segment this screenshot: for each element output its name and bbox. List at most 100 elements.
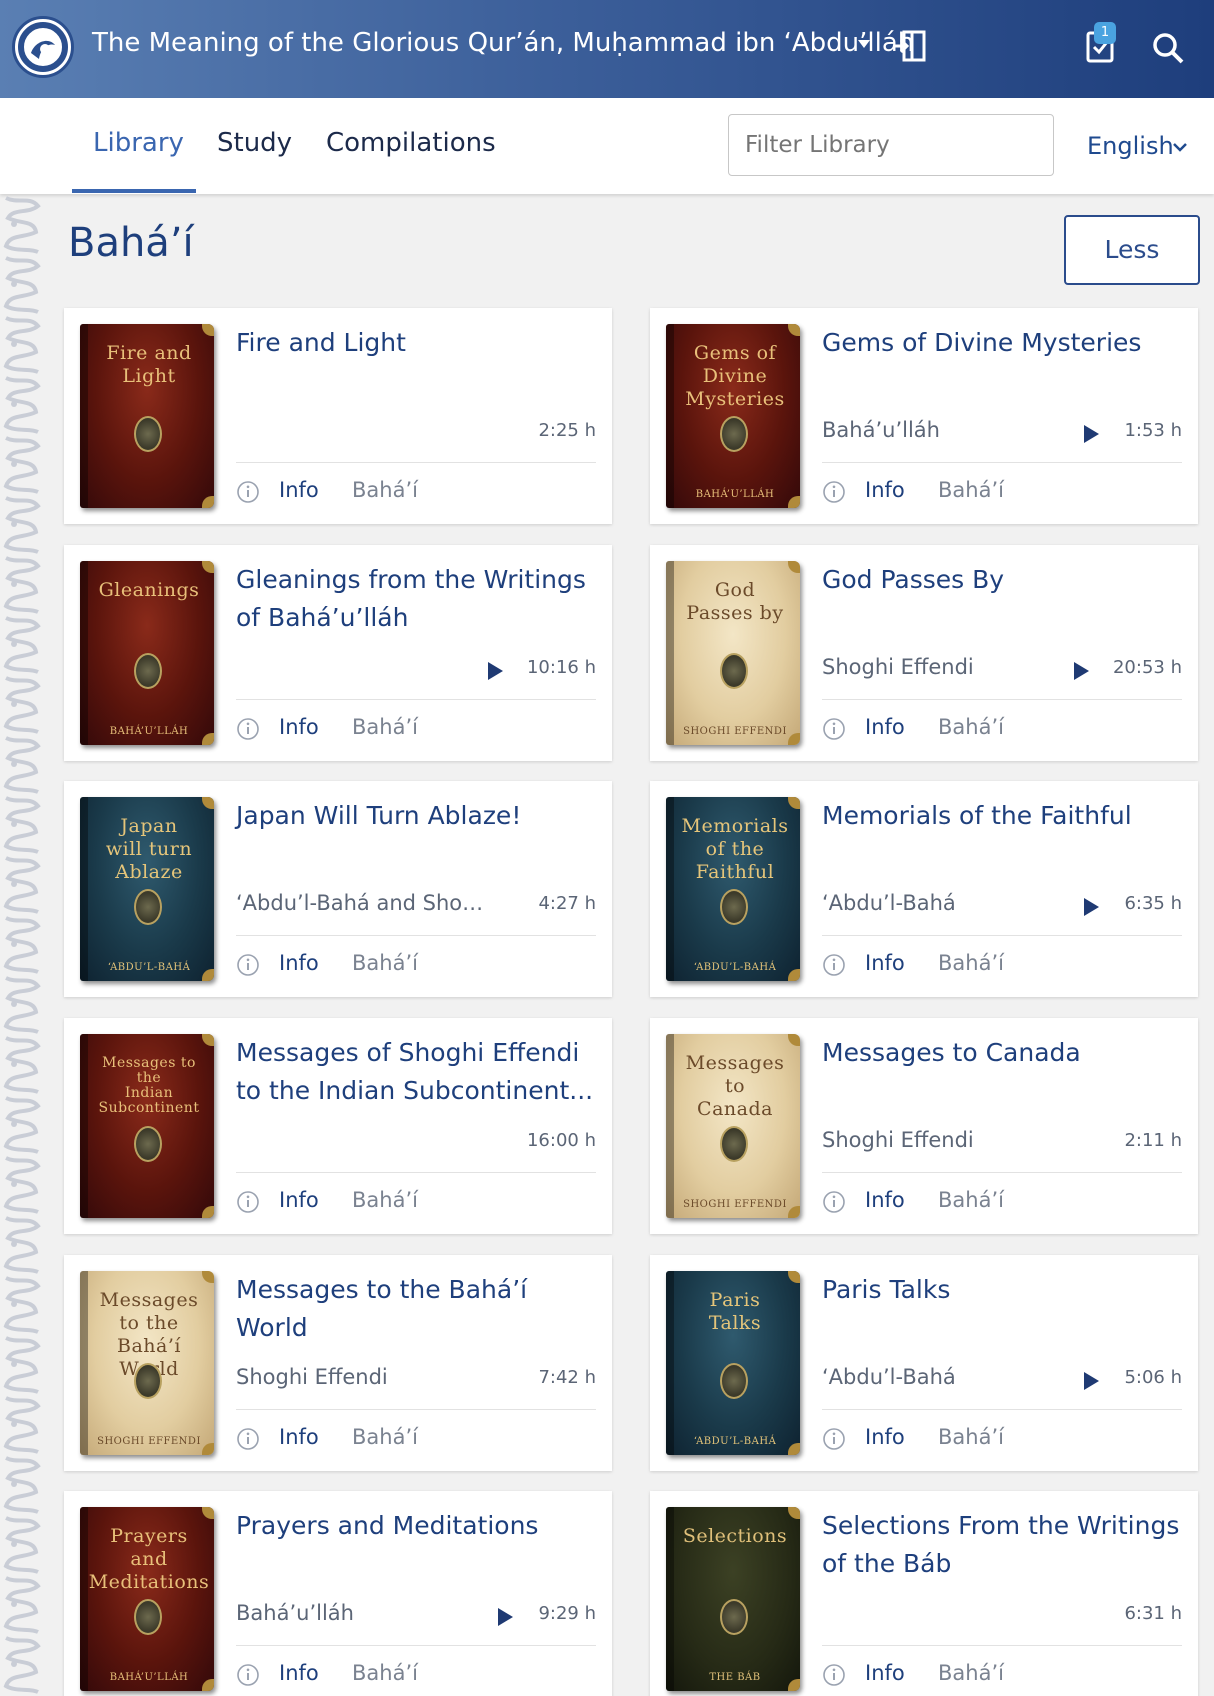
cover-title-line: to xyxy=(724,1075,746,1097)
info-icon[interactable] xyxy=(236,1427,260,1451)
book-author: Shoghi Effendi xyxy=(236,1365,388,1389)
book-cover[interactable]: Selections THE BÁB xyxy=(666,1507,800,1691)
book-cover[interactable]: Fire and Light xyxy=(80,324,214,508)
info-link[interactable]: Info xyxy=(865,1188,905,1212)
chevron-down-icon[interactable] xyxy=(1172,141,1188,153)
info-link[interactable]: Info xyxy=(279,1188,319,1212)
info-link[interactable]: Info xyxy=(865,1425,905,1449)
play-icon[interactable] xyxy=(1074,662,1089,680)
info-link[interactable]: Info xyxy=(279,951,319,975)
cover-corner xyxy=(788,1507,800,1519)
book-card[interactable]: Japan will turn Ablaze ‘ABDU’L-BAHÁ Japan Wi… xyxy=(64,781,612,997)
book-cover[interactable]: Gleanings BAHÁ’U’LLÁH xyxy=(80,561,214,745)
book-duration: 5:06 h xyxy=(1124,1367,1182,1388)
cover-title: Memorials of the Faithful xyxy=(674,815,796,884)
cover-spine xyxy=(80,1034,88,1218)
app-logo-icon[interactable] xyxy=(12,16,74,78)
info-icon[interactable] xyxy=(822,480,846,504)
cover-spine xyxy=(666,797,674,981)
book-title[interactable]: Messages of Shoghi Effendi to the Indian… xyxy=(236,1034,596,1110)
book-card[interactable]: Messages to Canada SHOGHI EFFENDI Messages t… xyxy=(650,1018,1198,1234)
book-card[interactable]: Fire and Light Fire and Light 2:25 h Info Bah… xyxy=(64,308,612,524)
filter-library-input[interactable] xyxy=(728,114,1054,176)
play-icon[interactable] xyxy=(498,1608,513,1626)
book-card[interactable]: Memorials of the Faithful ‘ABDU’L-BAHÁ Memor… xyxy=(650,781,1198,997)
cover-spine xyxy=(80,797,88,981)
tab-compilations[interactable]: Compilations xyxy=(326,128,496,158)
cover-emblem-icon xyxy=(720,653,748,689)
cover-title-line: Light xyxy=(122,365,176,387)
info-icon[interactable] xyxy=(822,953,846,977)
title-dropdown-caret-icon[interactable] xyxy=(858,40,870,48)
book-cover[interactable]: Paris Talks ‘ABDU’L-BAHÁ xyxy=(666,1271,800,1455)
info-link[interactable]: Info xyxy=(865,1661,905,1685)
book-category: Bahá’í xyxy=(938,478,1004,502)
tab-library[interactable]: Library xyxy=(93,128,184,158)
info-icon[interactable] xyxy=(236,1663,260,1687)
info-link[interactable]: Info xyxy=(865,478,905,502)
play-icon[interactable] xyxy=(1084,425,1099,443)
book-card[interactable]: Gems of Divine Mysteries BAHÁ’U’LLÁH Gems of… xyxy=(650,308,1198,524)
book-cover[interactable]: Messagesto theBahá’í WorldSHOGHI EFFENDI xyxy=(80,1271,214,1455)
info-link[interactable]: Info xyxy=(865,715,905,739)
book-title[interactable]: Gleanings from the Writings of Bahá’u’ll… xyxy=(236,561,596,637)
info-icon[interactable] xyxy=(822,1663,846,1687)
info-icon[interactable] xyxy=(236,953,260,977)
play-icon[interactable] xyxy=(1084,898,1099,916)
book-author: Bahá’u’lláh xyxy=(822,418,940,442)
book-title[interactable]: Memorials of the Faithful xyxy=(822,797,1182,835)
info-icon[interactable] xyxy=(822,717,846,741)
cover-spine xyxy=(666,1271,674,1455)
book-card[interactable]: Messagesto theBahá’í WorldSHOGHI EFFENDI… xyxy=(64,1255,612,1471)
info-icon[interactable] xyxy=(822,1190,846,1214)
book-card[interactable]: Paris Talks ‘ABDU’L-BAHÁ Paris Talks ‘Abdu’l… xyxy=(650,1255,1198,1471)
book-title[interactable]: Messages to Canada xyxy=(822,1034,1182,1072)
book-cover[interactable]: Prayers and Meditations BAHÁ’U’LLÁH xyxy=(80,1507,214,1691)
book-title[interactable]: Gems of Divine Mysteries xyxy=(822,324,1182,362)
book-title[interactable]: God Passes By xyxy=(822,561,1182,599)
open-book-title[interactable]: The Meaning of the Glorious Qur’án, Muḥa… xyxy=(92,28,914,58)
book-cover[interactable]: God Passes by SHOGHI EFFENDI xyxy=(666,561,800,745)
book-card[interactable]: Selections THE BÁB Selections From the Wri… xyxy=(650,1491,1198,1696)
info-icon[interactable] xyxy=(236,480,260,504)
cover-title: Messages to the Indian Subcontinent xyxy=(88,1056,210,1116)
tab-study[interactable]: Study xyxy=(217,128,292,158)
info-icon[interactable] xyxy=(236,717,260,741)
info-link[interactable]: Info xyxy=(279,1661,319,1685)
info-link[interactable]: Info xyxy=(279,478,319,502)
search-icon[interactable] xyxy=(1152,32,1184,64)
book-title[interactable]: Fire and Light xyxy=(236,324,596,362)
book-cover[interactable]: Memorials of the Faithful ‘ABDU’L-BAHÁ xyxy=(666,797,800,981)
book-card[interactable]: Gleanings BAHÁ’U’LLÁH Gleanings from the W… xyxy=(64,545,612,761)
book-title[interactable]: Messages to the Bahá’í World xyxy=(236,1271,596,1347)
book-cover[interactable]: Messages to the Indian Subcontinent xyxy=(80,1034,214,1218)
play-icon[interactable] xyxy=(488,662,503,680)
book-card[interactable]: God Passes by SHOGHI EFFENDI God Passes By S… xyxy=(650,545,1198,761)
info-link[interactable]: Info xyxy=(279,1425,319,1449)
book-category: Bahá’í xyxy=(938,1425,1004,1449)
open-reader-icon[interactable] xyxy=(892,30,928,64)
book-cover[interactable]: Gems of Divine Mysteries BAHÁ’U’LLÁH xyxy=(666,324,800,508)
book-duration: 1:53 h xyxy=(1124,420,1182,441)
book-duration: 16:00 h xyxy=(526,1130,596,1151)
book-title[interactable]: Prayers and Meditations xyxy=(236,1507,596,1545)
card-divider xyxy=(822,699,1182,700)
book-title[interactable]: Paris Talks xyxy=(822,1271,1182,1309)
book-card[interactable]: Messages to the Indian Subcontinent Message… xyxy=(64,1018,612,1234)
play-icon[interactable] xyxy=(1084,1372,1099,1390)
cover-title-line: to the xyxy=(119,1312,179,1334)
language-select[interactable]: English xyxy=(1087,132,1174,160)
cover-title: Messages to Canada xyxy=(674,1052,796,1121)
cover-title-line: Mysteries xyxy=(685,388,785,410)
book-title[interactable]: Japan Will Turn Ablaze! xyxy=(236,797,596,835)
book-cover[interactable]: Japan will turn Ablaze ‘ABDU’L-BAHÁ xyxy=(80,797,214,981)
book-cover[interactable]: Messages to Canada SHOGHI EFFENDI xyxy=(666,1034,800,1218)
book-card[interactable]: Prayers and Meditations BAHÁ’U’LLÁH Prayers … xyxy=(64,1491,612,1696)
info-icon[interactable] xyxy=(822,1427,846,1451)
less-button[interactable]: Less xyxy=(1064,215,1200,285)
info-icon[interactable] xyxy=(236,1190,260,1214)
cover-title-line: Gleanings xyxy=(98,579,200,601)
info-link[interactable]: Info xyxy=(279,715,319,739)
book-title[interactable]: Selections From the Writings of the Báb xyxy=(822,1507,1182,1583)
info-link[interactable]: Info xyxy=(865,951,905,975)
